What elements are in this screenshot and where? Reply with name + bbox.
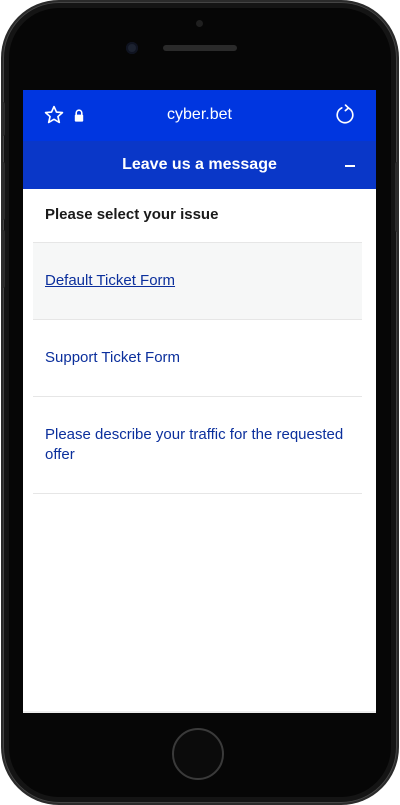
issue-link[interactable]: Support Ticket Form <box>45 348 180 368</box>
issue-item-default-ticket-form[interactable]: Default Ticket Form <box>33 243 362 320</box>
screen-divider <box>23 711 376 713</box>
browser-address-bar: cyber.bet <box>23 90 376 141</box>
issue-link[interactable]: Default Ticket Form <box>45 271 175 291</box>
issue-item-support-ticket-form[interactable]: Support Ticket Form <box>33 320 362 397</box>
phone-screen: cyber.bet Leave us a message Please sele… <box>23 90 376 713</box>
issue-prompt: Please select your issue <box>45 206 219 223</box>
earpiece-speaker <box>163 45 237 51</box>
power-button <box>395 162 399 232</box>
issue-item-traffic-description[interactable]: Please describe your traffic for the req… <box>33 397 362 494</box>
minimize-icon[interactable] <box>340 154 360 176</box>
widget-title: Leave us a message <box>122 156 277 173</box>
issue-list: Default Ticket Form Support Ticket Form … <box>33 242 362 494</box>
front-camera-icon <box>126 42 138 54</box>
volume-down-button <box>1 230 5 288</box>
volume-up-button <box>1 162 5 220</box>
issue-link[interactable]: Please describe your traffic for the req… <box>45 425 350 465</box>
url-text[interactable]: cyber.bet <box>23 105 376 125</box>
proximity-sensor <box>196 20 203 27</box>
mute-switch <box>1 102 5 136</box>
home-button-icon[interactable] <box>172 728 224 780</box>
reload-icon[interactable] <box>334 104 356 126</box>
widget-header: Leave us a message <box>23 141 376 189</box>
